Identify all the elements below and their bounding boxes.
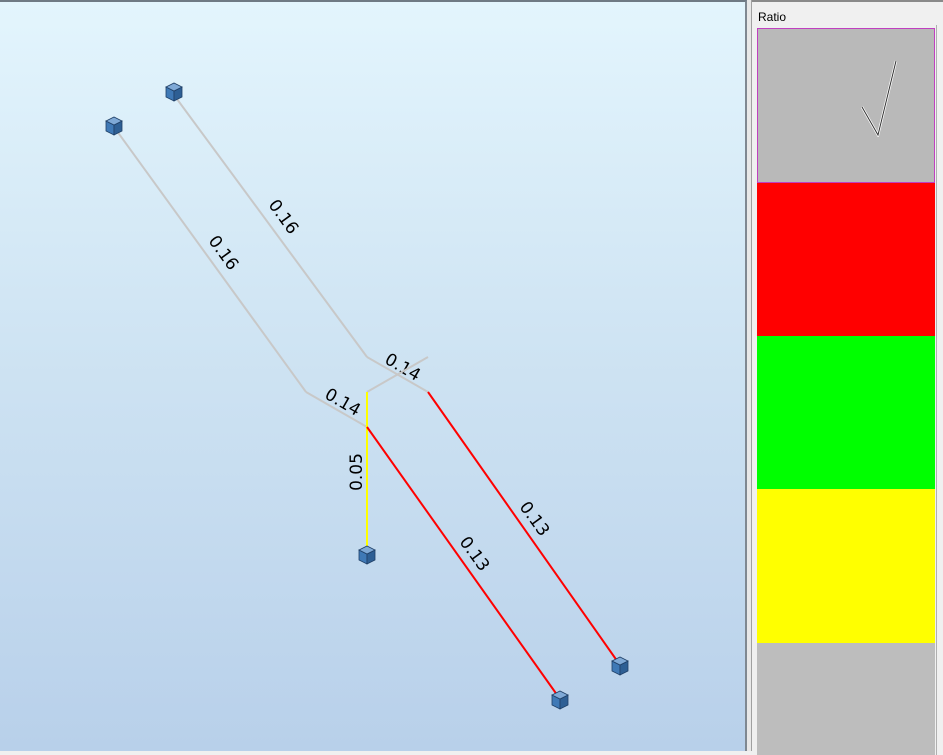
legend-swatch-list xyxy=(757,25,935,755)
legend-swatch-gray[interactable] xyxy=(757,643,935,755)
member-ratio-label: 0.05 xyxy=(347,453,367,491)
member-m2[interactable]: 0.16 xyxy=(113,126,307,393)
legend-swatch-green[interactable] xyxy=(757,336,935,489)
check-icon xyxy=(860,60,898,137)
member-ratio-label: 0.14 xyxy=(321,385,364,421)
structure-viewport[interactable]: 0.16 0.16 0.14 0.14 0.05 0.13 0.13 xyxy=(0,0,747,751)
support-node-icon[interactable] xyxy=(105,116,123,136)
member-ratio-label: 0.16 xyxy=(204,232,242,274)
support-node-icon[interactable] xyxy=(165,82,183,102)
member-ratio-label: 0.16 xyxy=(264,196,302,238)
member-line[interactable] xyxy=(173,94,368,358)
support-node-icon[interactable] xyxy=(358,545,376,565)
legend-scroll-edge xyxy=(936,25,942,755)
ratio-legend-panel: Ratio xyxy=(752,0,943,755)
member-m6[interactable]: 0.13 xyxy=(366,426,561,700)
member-line[interactable] xyxy=(427,391,621,666)
structure-canvas[interactable]: 0.16 0.16 0.14 0.14 0.05 0.13 0.13 xyxy=(0,2,747,751)
member-line[interactable] xyxy=(366,426,561,700)
member-ratio-label: 0.13 xyxy=(515,498,553,540)
member-m1[interactable]: 0.16 xyxy=(173,94,368,358)
member-line[interactable] xyxy=(113,126,307,393)
support-node-icon[interactable] xyxy=(551,690,569,710)
legend-swatch-yellow[interactable] xyxy=(757,489,935,643)
legend-title: Ratio xyxy=(758,10,787,24)
member-ratio-label: 0.13 xyxy=(455,533,493,575)
legend-swatch-neutral[interactable] xyxy=(757,28,935,183)
member-m7[interactable]: 0.13 xyxy=(427,391,621,666)
support-node-icon[interactable] xyxy=(611,656,629,676)
legend-swatch-red[interactable] xyxy=(757,183,935,336)
